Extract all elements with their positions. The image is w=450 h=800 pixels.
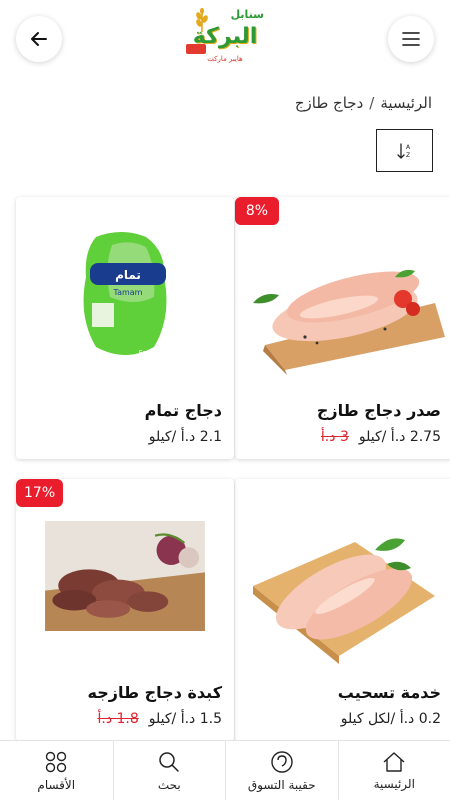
product-image: تمام Tamam Fresh — [16, 225, 234, 375]
product-price-line: 2.1 د.أ /كيلو — [22, 429, 222, 445]
product-price-line: 1.5 د.أ /كيلو 1.8 د.أ — [22, 711, 222, 727]
product-old-price: 3 د.أ — [320, 429, 349, 445]
nav-home[interactable]: الرئيسية — [337, 741, 450, 800]
grid-icon — [46, 751, 67, 773]
nav-shopping-bag[interactable]: حقيبة التسوق — [225, 741, 338, 800]
product-old-price: 1.8 د.أ — [97, 711, 139, 727]
svg-text:A: A — [406, 144, 411, 151]
product-price-line: 2.75 د.أ /كيلو 3 د.أ — [241, 429, 441, 445]
hamburger-menu-icon — [402, 32, 420, 46]
nav-categories-label: الأقسام — [37, 778, 76, 792]
arrow-left-icon — [31, 32, 47, 46]
product-card[interactable]: تمام Tamam Fresh دجاج تمام 2.1 د.أ /كيلو — [16, 197, 234, 459]
store-logo[interactable]: سنابل البركة هايبر ماركت — [186, 8, 264, 72]
breadcrumb: الرئيسية / دجاج طازج — [150, 94, 432, 118]
top-bar: سنابل البركة هايبر ماركت — [0, 0, 450, 80]
package-brand-ar: تمام — [115, 268, 141, 283]
sort-button[interactable]: A Z — [376, 129, 433, 172]
search-icon — [159, 752, 179, 772]
product-image — [45, 521, 205, 631]
discount-badge: 17% — [16, 479, 64, 507]
shopping-bag-icon — [271, 751, 293, 773]
product-price: 1.5 د.أ /كيلو — [148, 711, 222, 727]
logo-badge — [186, 44, 206, 54]
sort-icon: A Z — [396, 142, 411, 159]
breadcrumb-home[interactable]: الرئيسية — [380, 94, 432, 112]
product-name: خدمة تسحيب — [337, 683, 441, 702]
back-button[interactable] — [16, 16, 62, 62]
nav-categories[interactable]: الأقسام — [0, 741, 113, 800]
product-price: 2.1 د.أ /كيلو — [148, 429, 222, 445]
logo-tagline: هايبر ماركت — [207, 55, 243, 63]
product-card[interactable]: خدمة تسحيب 0.2 د.أ /لكل كيلو — [235, 479, 450, 741]
product-price-line: 0.2 د.أ /لكل كيلو — [241, 711, 441, 727]
product-price: 2.75 د.أ /كيلو — [358, 429, 441, 445]
product-name: دجاج تمام — [144, 401, 222, 420]
product-image — [235, 225, 450, 375]
nav-search[interactable]: بحث — [112, 741, 226, 800]
logo-prefix: سنابل — [230, 8, 264, 21]
product-image — [235, 506, 450, 671]
product-name: كبدة دجاج طازجه — [87, 683, 222, 702]
product-card[interactable]: 8% صدر دجاج طازج 2.75 د.أ /كيلو 3 د.أ — [235, 197, 450, 459]
nav-search-label: بحث — [157, 778, 181, 792]
package-fresh-label: Fresh — [139, 349, 158, 357]
home-icon — [383, 752, 405, 772]
nav-home-label: الرئيسية — [373, 777, 415, 791]
bottom-navigation: الرئيسية حقيبة التسوق بحث الأقسام — [0, 740, 450, 800]
product-card[interactable]: 17% كبدة دجاج طازجه 1.5 د.أ /كيلو 1.8 د.أ — [16, 479, 234, 741]
discount-badge: 8% — [235, 197, 279, 225]
svg-text:Z: Z — [406, 152, 410, 159]
nav-bag-label: حقيبة التسوق — [247, 778, 316, 792]
product-price: 0.2 د.أ /لكل كيلو — [340, 711, 441, 727]
breadcrumb-current: دجاج طازج — [294, 94, 364, 112]
product-name: صدر دجاج طازج — [316, 401, 441, 420]
breadcrumb-separator: / — [369, 94, 375, 112]
menu-button[interactable] — [388, 16, 434, 62]
package-brand-en: Tamam — [113, 288, 143, 297]
